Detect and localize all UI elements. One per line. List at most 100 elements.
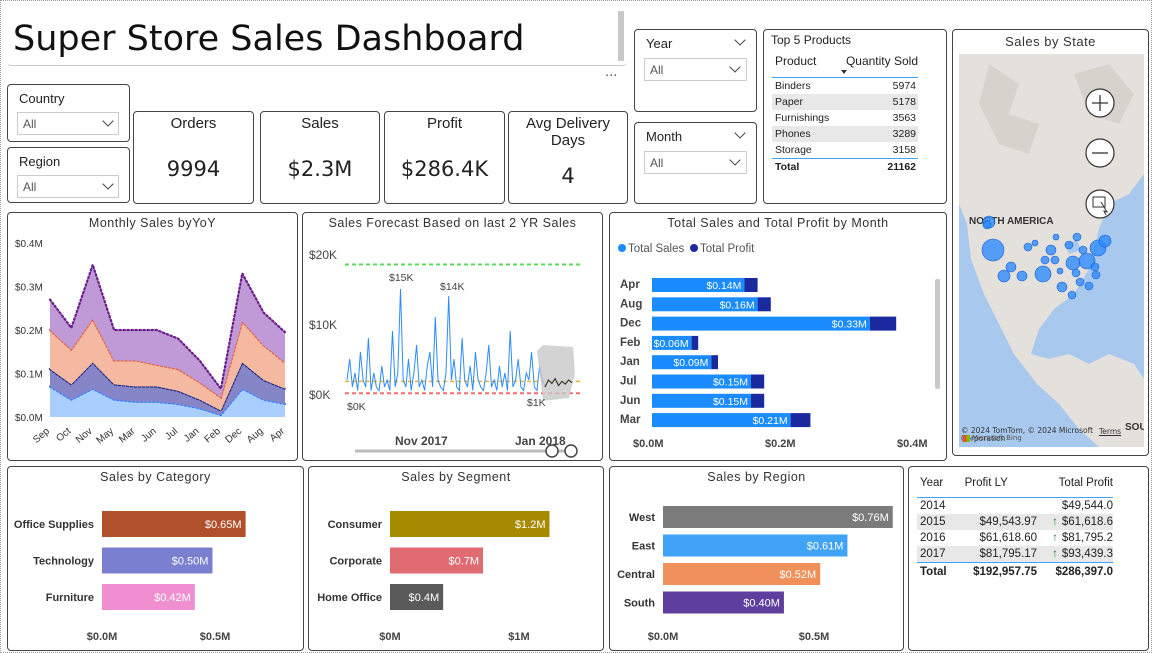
x-tick-label: Jun (139, 426, 158, 445)
data-label: $1K (527, 397, 546, 409)
table-row[interactable]: 2016 $61,618.60 ↑ $81,795.2 (917, 530, 1113, 546)
chevron-up-icon[interactable] (734, 34, 746, 46)
state-sales-bubble[interactable] (1045, 244, 1057, 256)
table-row[interactable]: Paper 5178 (772, 94, 918, 110)
y-tick-label: $20K (309, 248, 337, 262)
y-category-label: Aug (620, 298, 642, 310)
top5-qty-cell: 3158 (892, 144, 916, 156)
sales-forecast-chart[interactable]: $20K $10K $0K $15K $14K $0K $1K Nov 2017 Jan 201… (303, 233, 602, 458)
sales-by-category-chart[interactable]: Office Supplies $0.65M Technology $0.50M Fur… (8, 487, 303, 650)
sales-by-region-chart[interactable]: West $0.76M East $0.61M Central $0.52M South $0… (610, 487, 903, 650)
state-sales-bubble[interactable] (1016, 270, 1028, 282)
country-slicer[interactable]: Country All (7, 84, 130, 142)
arrow-up-icon: ↑ (1052, 516, 1058, 528)
sort-desc-icon[interactable] (841, 70, 847, 74)
zoom-out-button[interactable] (1085, 138, 1115, 168)
date-range-slider-handle-start[interactable] (545, 444, 559, 458)
x-tick-label: $1M (508, 631, 529, 643)
date-range-slider-handle-end[interactable] (564, 444, 578, 458)
state-sales-bubble[interactable] (1040, 255, 1050, 265)
state-sales-bubble[interactable] (1078, 245, 1088, 255)
country-dropdown[interactable]: All (17, 112, 119, 135)
table-row[interactable]: 2015 $49,543.97 ↑ $61,618.6 (917, 514, 1113, 530)
table-row[interactable]: 2017 $81,795.17 ↑ $93,439.3 (917, 546, 1113, 563)
kpi-orders-title: Orders (170, 115, 217, 132)
profit-total-cell: ↑ $81,795.2 (1039, 530, 1113, 546)
data-label: $0.40M (743, 598, 780, 610)
zoom-in-button[interactable] (1085, 88, 1115, 118)
y-category-label: West (629, 512, 655, 524)
total-profit-bar[interactable] (744, 278, 758, 292)
chevron-up-icon[interactable] (734, 127, 746, 139)
table-row[interactable]: Furnishings 3563 (772, 110, 918, 126)
y-tick-label: $0.1M (15, 370, 43, 381)
state-sales-bubble[interactable] (1071, 268, 1081, 278)
y-category-label: Jul (620, 376, 637, 388)
data-label: $0K (347, 401, 366, 413)
table-row[interactable]: 2014 $49,544.0 (917, 497, 1113, 514)
top5-header-qty[interactable]: Quantity Sold (839, 52, 918, 78)
total-profit-bar[interactable] (691, 335, 699, 350)
state-sales-bubble[interactable] (1023, 242, 1033, 252)
year-slicer[interactable]: Year All (634, 29, 757, 112)
top5-product-cell: Phones (775, 128, 811, 140)
state-sales-bubble[interactable] (1064, 240, 1074, 250)
total-profit-bar[interactable] (869, 316, 897, 331)
y-tick-label: $0K (309, 388, 330, 402)
actual-sales-line[interactable] (346, 288, 546, 392)
total-profit-bar[interactable] (751, 374, 765, 389)
more-options-icon[interactable]: ··· (605, 69, 617, 84)
total-profit-bar[interactable] (757, 297, 771, 312)
top5-product-cell: Binders (775, 80, 811, 92)
state-sales-bubble[interactable] (1091, 270, 1101, 280)
total-profit-bar[interactable] (751, 393, 765, 408)
total-profit-bar[interactable] (711, 355, 718, 370)
table-row[interactable]: Storage 3158 (772, 142, 918, 159)
top5-qty-cell: 3563 (892, 112, 916, 124)
kpi-sales-title: Sales (301, 115, 339, 132)
x-tick-label: $0.5M (200, 631, 231, 643)
profit-header-total[interactable]: Total Profit (1039, 475, 1113, 498)
state-sales-bubble[interactable] (1075, 277, 1085, 287)
sales-map[interactable]: NORTH AMERICA SOU (959, 54, 1144, 447)
x-tick-label: $0.0M (87, 631, 118, 643)
profit-total-value: $286,397.0 (1055, 566, 1113, 578)
month-slicer[interactable]: Month All (634, 122, 757, 204)
sales-profit-month-chart[interactable]: Total Sales Total Profit Apr $0.14M Aug $0.16… (610, 233, 946, 458)
state-sales-bubble[interactable] (1031, 239, 1039, 247)
kpi-sales-value: $2.3M (287, 157, 353, 181)
profit-header-year[interactable]: Year (917, 475, 957, 498)
sales-by-segment-chart[interactable]: Consumer $1.2M Corporate $0.7M Home Office $0… (309, 487, 603, 650)
state-sales-bubble[interactable] (1056, 281, 1068, 293)
x-tick-label: Apr (268, 425, 288, 444)
table-row[interactable]: Phones 3289 (772, 126, 918, 142)
state-sales-bubble[interactable] (1072, 232, 1082, 242)
state-sales-bubble[interactable] (982, 220, 992, 230)
region-dropdown[interactable]: All (17, 175, 119, 198)
state-sales-bubble[interactable] (1056, 267, 1064, 275)
monthly-sales-chart[interactable]: $0.4M $0.3M $0.2M $0.1M $0.0M Sep Oct Nov May Mar… (8, 233, 297, 458)
state-sales-bubble[interactable] (1034, 265, 1052, 283)
region-slicer[interactable]: Region All (7, 147, 130, 203)
state-sales-bubble[interactable] (1005, 261, 1017, 273)
top5-header-product[interactable]: Product (772, 52, 839, 78)
profit-table: Year Profit LY Total Profit 2014 $49,544.… (917, 475, 1113, 581)
state-sales-bubble[interactable] (1067, 290, 1077, 300)
state-sales-bubble[interactable] (1090, 262, 1100, 272)
state-sales-bubble[interactable] (997, 269, 1011, 283)
map-terms-link[interactable]: Terms (1099, 427, 1121, 436)
state-sales-bubble[interactable] (1050, 255, 1060, 265)
profit-header-ly[interactable]: Profit LY (957, 475, 1039, 498)
state-sales-bubble[interactable] (1084, 281, 1094, 291)
title-scrollbar[interactable] (618, 11, 624, 61)
state-sales-bubble[interactable] (1065, 255, 1081, 271)
microsoft-logo-icon (963, 434, 970, 442)
state-sales-bubble[interactable] (1052, 233, 1060, 241)
chart-scrollbar[interactable] (935, 279, 940, 389)
total-profit-bar[interactable] (790, 413, 811, 428)
state-sales-bubble[interactable] (1098, 234, 1112, 248)
top5-qty-cell: 5178 (892, 96, 916, 108)
select-area-button[interactable] (1085, 189, 1115, 219)
state-sales-bubble[interactable] (981, 238, 1005, 262)
table-row[interactable]: Binders 5974 (772, 77, 918, 94)
